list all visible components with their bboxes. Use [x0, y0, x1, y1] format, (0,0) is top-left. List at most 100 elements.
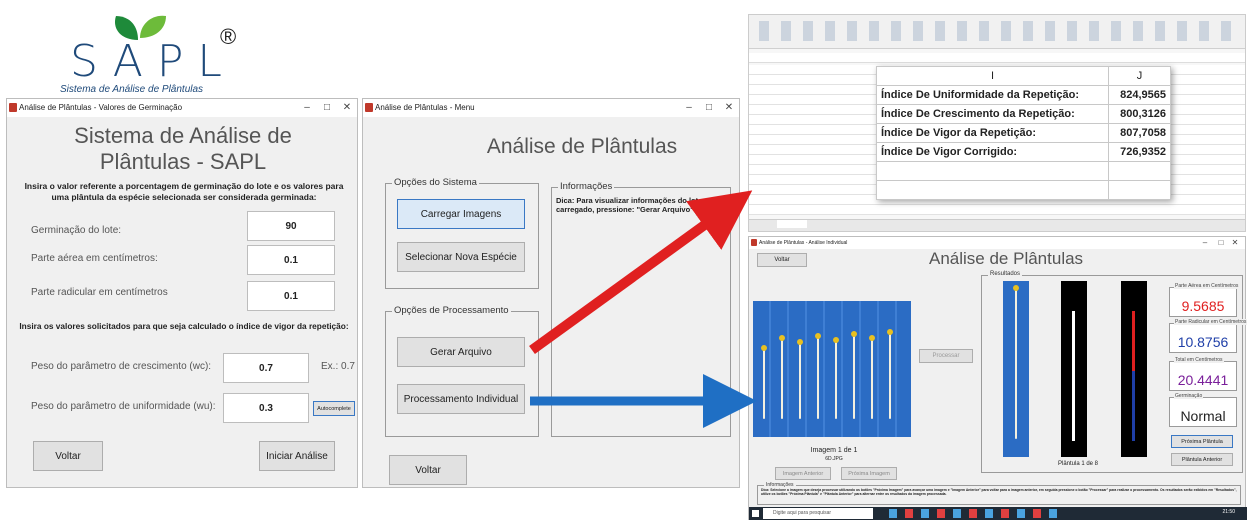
- processing-options-group: Opções de Processamento: [385, 305, 539, 437]
- prev-image-button[interactable]: Imagem Anterior: [775, 467, 831, 480]
- start-analysis-button[interactable]: Iniciar Análise: [259, 441, 335, 471]
- image-name: 6D.JPG: [825, 456, 843, 462]
- empty-cell[interactable]: [1108, 161, 1171, 181]
- autocomplete-button[interactable]: Autocomplete: [313, 401, 355, 416]
- uniformity-field[interactable]: 0.3: [223, 393, 309, 423]
- group-title: Informações: [558, 181, 615, 192]
- aerial-field[interactable]: 0.1: [247, 245, 335, 275]
- index-label[interactable]: Índice De Vigor Corrigido:: [876, 142, 1109, 162]
- info-group: Informações Dica: Para visualizar inform…: [551, 181, 731, 437]
- minimize-icon[interactable]: –: [679, 99, 699, 117]
- growth-label: Peso do parâmetro de crescimento (wc):: [31, 361, 212, 372]
- instruction-text: Insira o valor referente a porcentagem d…: [24, 181, 344, 202]
- germination-result-box: Germinação Normal: [1169, 393, 1237, 427]
- load-images-button[interactable]: Carregar Imagens: [397, 199, 525, 229]
- prev-seedling-button[interactable]: Plântula Anterior: [1171, 453, 1233, 466]
- aerial-result-box: Parte Aérea em Centímetros 9.5685: [1169, 283, 1240, 317]
- total-result-box: Total em Centímetros 20.4441: [1169, 357, 1237, 391]
- taskbar: Digite aqui para pesquisar 21:50: [749, 507, 1247, 520]
- seedling: [869, 335, 875, 419]
- empty-cell[interactable]: [876, 180, 1109, 200]
- col-header-i[interactable]: I: [876, 66, 1109, 86]
- page-title: Análise de Plântulas: [929, 249, 1084, 268]
- seedling-trace-root: [1132, 371, 1135, 441]
- individual-titlebar: Análise de Plântulas - Análise Individua…: [749, 237, 1245, 249]
- close-icon[interactable]: ✕: [1225, 237, 1245, 249]
- seedling: [761, 345, 767, 419]
- group-title: Resultados: [988, 271, 1023, 277]
- sheet-tabs: [749, 219, 1245, 231]
- index-value[interactable]: 807,7058: [1108, 123, 1171, 143]
- seedling-trace-aerial: [1132, 311, 1135, 371]
- minimize-icon[interactable]: –: [297, 99, 317, 117]
- individual-processing-button[interactable]: Processamento Individual: [397, 384, 525, 414]
- back-button[interactable]: Voltar: [389, 455, 467, 485]
- page-title: Análise de Plântulas: [486, 135, 678, 158]
- index-label[interactable]: Índice De Vigor da Repetição:: [876, 123, 1109, 143]
- empty-cell[interactable]: [1108, 180, 1171, 200]
- index-value[interactable]: 824,9565: [1108, 85, 1171, 105]
- growth-hint: Ex.: 0.7: [321, 361, 355, 372]
- table-row: Índice De Vigor da Repetição: 807,7058: [876, 123, 1171, 143]
- maximize-icon[interactable]: □: [317, 99, 337, 117]
- germination-label: Germinação do lote:: [31, 225, 122, 236]
- close-icon[interactable]: ✕: [337, 99, 357, 117]
- taskbar-apps[interactable]: [889, 509, 1059, 518]
- group-title: Opções de Processamento: [392, 305, 511, 316]
- page-title: Sistema de Análise de Plântulas - SAPL: [74, 123, 292, 174]
- result-title: Parte Radicular em Centímetros: [1174, 319, 1248, 325]
- germination-window: Análise de Plântulas - Valores de Germin…: [6, 98, 358, 488]
- radicular-field[interactable]: 0.1: [247, 281, 335, 311]
- select-species-button[interactable]: Selecionar Nova Espécie: [397, 242, 525, 272]
- index-value[interactable]: 726,9352: [1108, 142, 1171, 162]
- root-result-box: Parte Radicular em Centímetros 10.8756: [1169, 319, 1248, 353]
- app-icon: [751, 239, 757, 246]
- app-icon: [9, 103, 17, 112]
- info-text: Dica: Selecione a imagem que deseja proc…: [761, 488, 1237, 496]
- empty-cell[interactable]: [876, 161, 1109, 181]
- info-text: Dica: Para visualizar informações do lot…: [556, 196, 703, 214]
- window-title: Análise de Plântulas - Valores de Germin…: [19, 103, 183, 112]
- menu-window: Análise de Plântulas - Menu – □ ✕ Anális…: [362, 98, 740, 488]
- seedling: [887, 329, 893, 419]
- index-value[interactable]: 800,3126: [1108, 104, 1171, 124]
- sheet-tab-active[interactable]: [777, 220, 807, 228]
- back-button[interactable]: Voltar: [33, 441, 103, 471]
- maximize-icon[interactable]: □: [699, 99, 719, 117]
- registered-mark: ®: [220, 24, 237, 49]
- close-icon[interactable]: ✕: [719, 99, 739, 117]
- index-label[interactable]: Índice De Uniformidade da Repetição:: [876, 85, 1109, 105]
- windows-icon[interactable]: [752, 510, 759, 517]
- table-row: Índice De Vigor Corrigido: 726,9352: [876, 142, 1171, 162]
- search-box[interactable]: Digite aqui para pesquisar: [763, 508, 873, 519]
- table-row: Índice De Crescimento da Repetição: 800,…: [876, 104, 1171, 124]
- window-title: Análise de Plântulas - Análise Individua…: [759, 240, 848, 246]
- search-placeholder: Digite aqui para pesquisar: [773, 510, 832, 516]
- seedling: [851, 331, 857, 419]
- result-title: Parte Aérea em Centímetros: [1174, 283, 1240, 289]
- index-label[interactable]: Índice De Crescimento da Repetição:: [876, 104, 1109, 124]
- logo-word: SAPL: [70, 36, 236, 87]
- growth-field[interactable]: 0.7: [223, 353, 309, 383]
- germination-field[interactable]: 90: [247, 211, 335, 241]
- individual-info-group: Informações Dica: Selecione a imagem que…: [757, 482, 1241, 505]
- logo-tagline: Sistema de Análise de Plântulas: [60, 84, 204, 95]
- root-result-value: 10.8756: [1177, 334, 1229, 350]
- result-title: Germinação: [1174, 393, 1204, 399]
- sapl-logo: SAPL ® Sistema de Análise de Plântulas: [60, 10, 260, 98]
- clock: 21:50: [1222, 509, 1235, 515]
- seedling-mask-colored: [1121, 281, 1147, 457]
- seedling: [815, 333, 821, 419]
- seedling-trace: [1072, 311, 1075, 441]
- next-image-button[interactable]: Próxima Imagem: [841, 467, 897, 480]
- group-title: Opções do Sistema: [392, 177, 479, 188]
- col-header-j[interactable]: J: [1108, 66, 1171, 86]
- total-result-value: 20.4441: [1177, 372, 1229, 388]
- seedling: [1013, 285, 1019, 439]
- generate-file-button[interactable]: Gerar Arquivo: [397, 337, 525, 367]
- index-table: I J Índice De Uniformidade da Repetição:…: [876, 66, 1171, 200]
- next-seedling-button[interactable]: Próxima Plântula: [1171, 435, 1233, 448]
- process-button[interactable]: Processar: [919, 349, 973, 363]
- seedling-counter: Plântula 1 de 8: [1057, 461, 1099, 467]
- back-button[interactable]: Voltar: [757, 253, 807, 267]
